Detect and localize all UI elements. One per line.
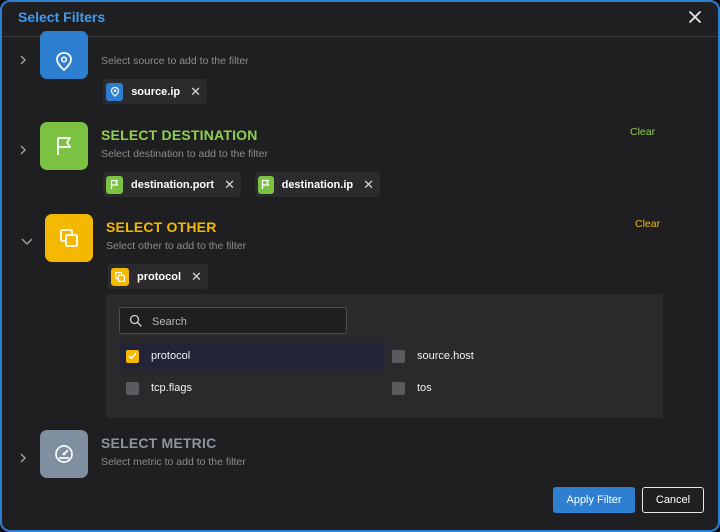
option-label: tcp.flags: [151, 382, 192, 394]
gauge-icon: [53, 443, 75, 465]
copy-squares-icon: [58, 227, 80, 249]
option-label: protocol: [151, 350, 191, 362]
chevron-right-icon[interactable]: [18, 144, 32, 158]
other-clear-link[interactable]: Clear: [635, 218, 660, 230]
option-source-host[interactable]: source.host: [386, 343, 626, 369]
chip-destination-ip: destination.ip ✕: [255, 172, 380, 197]
chip-destination-port: destination.port ✕: [103, 172, 241, 197]
metric-subtitle: Select metric to add to the filter: [101, 456, 246, 468]
metric-tile: [40, 430, 88, 478]
other-tile: [45, 214, 93, 262]
chevron-down-icon[interactable]: [20, 236, 34, 250]
option-label: tos: [417, 382, 432, 394]
chip-label: destination.port: [130, 178, 215, 191]
flag-icon: [53, 135, 75, 157]
other-section: SELECT OTHER Select other to add to the …: [2, 212, 718, 292]
remove-chip-icon[interactable]: ✕: [191, 270, 202, 283]
location-pin-icon: [54, 37, 74, 73]
checkbox-checked[interactable]: [126, 349, 139, 363]
dialog-title: Select Filters: [18, 9, 106, 25]
remove-chip-icon[interactable]: ✕: [224, 178, 235, 191]
source-tile: [40, 31, 88, 79]
option-label: source.host: [417, 350, 474, 362]
location-pin-icon: [106, 82, 124, 101]
chevron-right-icon[interactable]: [18, 54, 32, 68]
chip-source-ip: source.ip ✕: [103, 79, 207, 104]
select-filters-dialog: Select Filters Select source to add to t…: [0, 0, 720, 532]
metric-section: SELECT METRIC Select metric to add to th…: [2, 430, 718, 482]
destination-section: SELECT DESTINATION Select destination to…: [2, 122, 718, 202]
chip-label: source.ip: [131, 85, 181, 98]
chip-protocol: protocol ✕: [108, 264, 208, 289]
destination-subtitle: Select destination to add to the filter: [101, 148, 268, 160]
chip-label: protocol: [137, 270, 181, 283]
cancel-button[interactable]: Cancel: [642, 487, 704, 513]
option-tcp-flags[interactable]: tcp.flags: [120, 375, 360, 401]
close-icon[interactable]: [684, 6, 706, 28]
chip-label: destination.ip: [281, 178, 354, 191]
search-input[interactable]: [150, 311, 344, 332]
destination-title: SELECT DESTINATION: [101, 127, 258, 143]
dialog-header: Select Filters: [2, 2, 718, 37]
checkbox[interactable]: [392, 381, 405, 395]
metric-title: SELECT METRIC: [101, 435, 217, 451]
other-options-panel: protocol source.host tcp.flags tos: [106, 294, 663, 418]
remove-chip-icon[interactable]: ✕: [363, 178, 374, 191]
search-field: [119, 307, 347, 334]
checkbox[interactable]: [392, 349, 405, 363]
checkbox[interactable]: [126, 381, 139, 395]
destination-clear-link[interactable]: Clear: [630, 126, 655, 138]
flag-icon: [258, 175, 274, 194]
source-section: Select source to add to the filter sourc…: [2, 31, 718, 107]
option-protocol[interactable]: protocol: [120, 343, 385, 369]
chevron-right-icon[interactable]: [18, 452, 32, 466]
option-tos[interactable]: tos: [386, 375, 626, 401]
source-subtitle: Select source to add to the filter: [101, 55, 249, 67]
destination-tile: [40, 122, 88, 170]
search-icon: [129, 314, 142, 332]
other-title: SELECT OTHER: [106, 219, 217, 235]
flag-icon: [106, 175, 123, 194]
remove-chip-icon[interactable]: ✕: [190, 85, 201, 98]
other-subtitle: Select other to add to the filter: [106, 240, 247, 252]
copy-squares-icon: [111, 267, 129, 286]
apply-filter-button[interactable]: Apply Filter: [553, 487, 635, 513]
